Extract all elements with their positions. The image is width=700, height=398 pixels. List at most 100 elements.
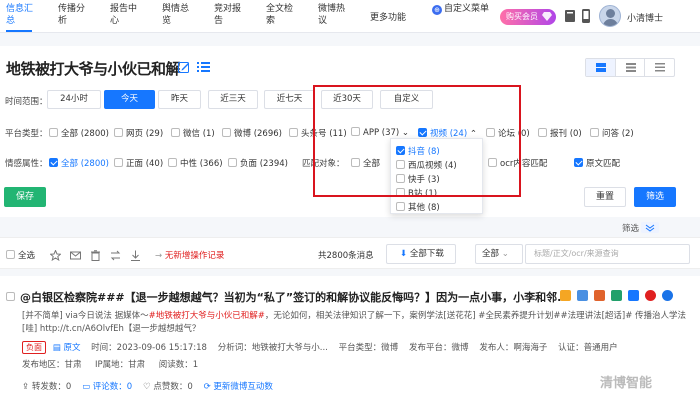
negative-tag: 负面 <box>22 341 46 354</box>
article-checkbox[interactable] <box>6 292 15 301</box>
tag-icon[interactable] <box>611 290 622 301</box>
option-label: 问答 (2) <box>602 129 634 139</box>
comment-count[interactable]: 评论数：0 <box>93 382 132 392</box>
time-range-label: 时间范围： <box>5 97 48 107</box>
time-24h-button[interactable]: 24小时 <box>47 90 101 109</box>
nav-sentiment-overview[interactable]: 舆情总览 <box>162 3 196 27</box>
video-other-option[interactable]: 其他 (8) <box>396 201 440 213</box>
nav-weibo-hot[interactable]: 微博热议 <box>318 3 352 27</box>
download-arrow-icon[interactable] <box>130 250 141 261</box>
top-nav: 信息汇总 传播分析 报告中心 舆情总览 竞对报告 全文检索 微博热议 更多功能 … <box>0 0 700 33</box>
link-icon[interactable] <box>662 290 673 301</box>
time-3days-button[interactable]: 近三天 <box>208 90 258 109</box>
document-icon: ▤ <box>52 343 61 353</box>
star-icon[interactable] <box>50 250 61 261</box>
time-7days-button[interactable]: 近七天 <box>264 90 315 109</box>
no-record-label: 无新增操作记录 <box>164 251 225 261</box>
time-today-button[interactable]: 今天 <box>104 90 155 109</box>
checkbox <box>168 158 177 167</box>
warning-icon[interactable] <box>594 290 605 301</box>
table-view-button[interactable] <box>645 59 674 76</box>
download-all-button[interactable]: ⬇ 全部下载 <box>386 244 456 264</box>
platform-web-option[interactable]: 网页 (29) <box>114 127 163 139</box>
mail-icon[interactable] <box>70 250 81 261</box>
update-interactions-link[interactable]: 更新微博互动数 <box>213 382 273 392</box>
avatar[interactable] <box>599 5 621 27</box>
original-link[interactable]: ▤ 原文 <box>53 343 81 353</box>
edit-icon[interactable] <box>178 61 190 73</box>
sentiment-all-option[interactable]: 全部 (2800) <box>49 157 109 169</box>
list-toolbar: 全选 → 无新增操作记录 共2800条消息 ⬇ 全部下载 全部 ⌄ 标题/正文/… <box>0 237 700 269</box>
chevron-down-icon[interactable] <box>641 222 659 233</box>
delete-icon[interactable] <box>90 250 101 261</box>
nav-fulltext-search[interactable]: 全文检索 <box>266 3 300 27</box>
nav-report-center[interactable]: 报告中心 <box>110 3 144 27</box>
scope-select[interactable]: 全部 ⌄ <box>475 244 523 264</box>
nav-competitor-report[interactable]: 竞对报告 <box>214 3 248 27</box>
select-all-checkbox[interactable]: 全选 <box>6 249 35 261</box>
card-view-icon <box>596 63 606 72</box>
compact-view-icon <box>625 63 636 72</box>
card-view-button[interactable] <box>586 59 616 76</box>
match-original-option[interactable]: 原文匹配 <box>574 157 620 169</box>
nav-info-summary[interactable]: 信息汇总 <box>6 3 40 27</box>
no-record-link[interactable]: → 无新增操作记录 <box>155 249 224 261</box>
chevron-down-icon: ⌄ <box>501 249 509 259</box>
username[interactable]: 小清博士 <box>627 11 663 24</box>
buy-vip-button[interactable]: 购买会员 <box>500 9 556 25</box>
share-icon[interactable] <box>628 290 639 301</box>
platform-newspaper-option[interactable]: 报刊 (0) <box>538 127 582 139</box>
time-yesterday-button[interactable]: 昨天 <box>158 90 201 109</box>
article-meta: 负面 ▤ 原文 时间：2023-09-06 15:17:18 分析词：地铁被打大… <box>22 341 618 354</box>
arrow-right-icon: → <box>155 251 163 261</box>
option-label: 网页 (29) <box>126 129 164 139</box>
forward-icon: ⇪ <box>22 382 30 392</box>
platform-all-option[interactable]: 全部 (2800) <box>49 127 109 139</box>
platform-label: 平台类型： <box>5 129 48 139</box>
platform-weibo-option[interactable]: 微博 (2696) <box>222 127 282 139</box>
snippet-text: [并不简单] via今日说法 据媒体～ <box>22 311 149 321</box>
analysis-words: 分析词：地铁被打大爷与小... <box>217 343 328 353</box>
read-count: 阅读数：1 <box>158 360 199 370</box>
weibo-icon[interactable] <box>645 290 656 301</box>
platform-type: 平台类型：微博 <box>338 343 399 353</box>
nav-more-features[interactable]: 更多功能 <box>370 10 406 23</box>
publisher[interactable]: 发布人：啊海海子 <box>479 343 547 353</box>
checkbox <box>49 128 58 137</box>
checkbox <box>538 128 547 137</box>
chart-icon[interactable] <box>577 290 588 301</box>
highlight-box <box>313 85 521 197</box>
notebook-icon[interactable] <box>564 9 576 23</box>
article-title[interactable]: @白银区检察院###【退一步越想越气？当初为“私了”签订的和解协议能反悔吗？】因… <box>20 289 565 305</box>
auth-status: 认证：普通用户 <box>558 343 618 353</box>
sentiment-neutral-option[interactable]: 中性 (366) <box>168 157 223 169</box>
nav-spread-analysis[interactable]: 传播分析 <box>58 3 92 27</box>
download-icon: ⬇ <box>400 249 408 259</box>
checkbox <box>222 128 231 137</box>
list-icon[interactable] <box>197 61 210 73</box>
custom-menu-label: 自定义菜单 <box>444 4 490 14</box>
platform-qa-option[interactable]: 问答 (2) <box>590 127 634 139</box>
collapse-filter-toggle[interactable]: 筛选 <box>622 222 639 234</box>
platform-wechat-option[interactable]: 微信 (1) <box>171 127 215 139</box>
sentiment-negative-option[interactable]: 负面 (2394) <box>228 157 288 169</box>
checkbox <box>6 250 15 259</box>
option-label: 正面 (40) <box>126 159 164 169</box>
sentiment-label: 情感属性： <box>5 159 48 169</box>
option-label: 中性 (366) <box>180 159 223 169</box>
option-label: 全部 (2800) <box>61 159 109 169</box>
transfer-icon[interactable] <box>110 250 121 261</box>
reset-button[interactable]: 重置 <box>584 187 626 207</box>
list-view-button[interactable] <box>616 59 646 76</box>
comment-icon: ▭ <box>82 382 91 392</box>
filter-button[interactable]: 筛选 <box>634 187 676 207</box>
report-icon[interactable] <box>560 290 571 301</box>
nav-custom-menu[interactable]: ⊕ 自定义菜单 <box>432 3 492 15</box>
option-label: 报刊 (0) <box>550 129 582 139</box>
search-input[interactable]: 标题/正文/ocr/来源查询 <box>525 244 690 264</box>
phone-icon[interactable] <box>580 9 592 23</box>
option-label: 负面 (2394) <box>240 159 288 169</box>
save-button[interactable]: 保存 <box>4 187 46 207</box>
view-switch <box>585 58 675 77</box>
sentiment-positive-option[interactable]: 正面 (40) <box>114 157 163 169</box>
